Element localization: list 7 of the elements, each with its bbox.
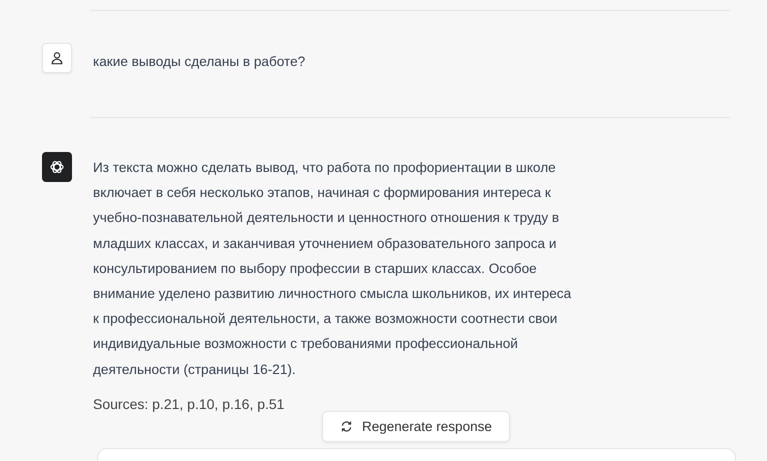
assistant-avatar-icon [42,152,72,182]
message-text: какие выводы сделаны в работе? [93,53,306,71]
user-avatar-icon [42,43,72,73]
refresh-icon [340,420,353,433]
sources-text: Sources: p.21, p.10, p.16, p.51 [93,394,286,414]
regenerate-button[interactable]: Regenerate response [322,410,510,442]
message-text: Из текста можно сделать вывод, что работа по профориентации в школе включает в себя несколько этапов, начиная с формирования интереса к учебно-познавательной деятельности и ценностного отношения к труду в младших классах, и заканчивая уточнением образовательного запроса и консультированием по выбору профессии в старших классах. Особое внимание уделено развитию личностного смысла школьников, их интереса к профессиональной деятельности, а также возможности соотнести свои индивидуальные возможности с требованиями профессиональной деятельности (страницы 16-21). [93,159,572,379]
